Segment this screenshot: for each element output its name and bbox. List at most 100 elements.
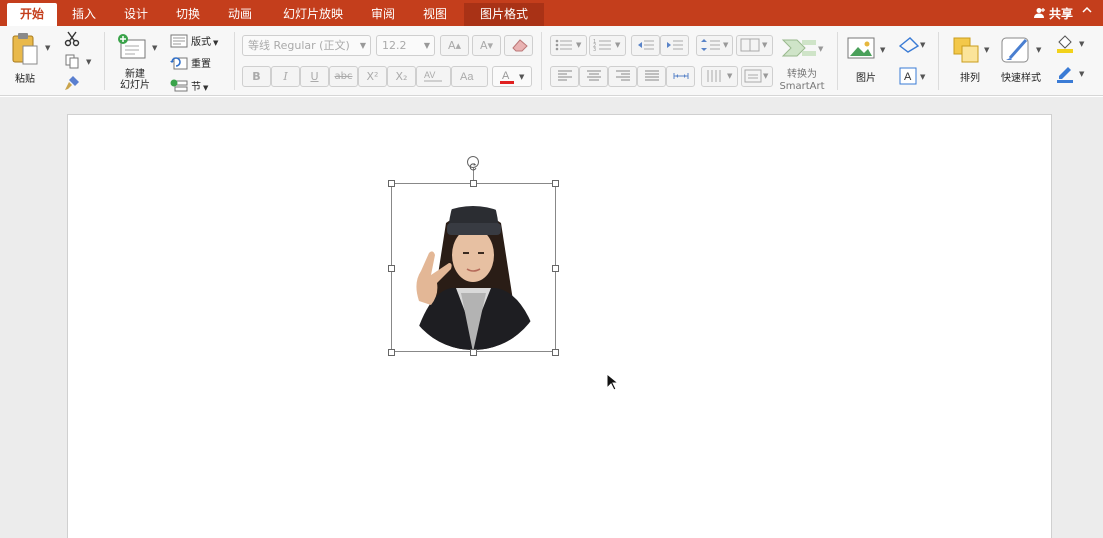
outdent-icon [637,40,654,50]
clear-formatting-button[interactable] [504,35,533,56]
align-text-button[interactable]: ▼ [741,66,773,87]
align-center-icon [586,70,601,81]
superscript-button[interactable]: X² [358,66,387,87]
shapes-button[interactable]: ▼ [898,36,928,58]
rotation-handle[interactable] [467,156,479,171]
bold-button[interactable]: B [242,66,271,87]
paintbrush-icon [65,76,79,90]
change-case-icon: Aa [460,71,474,83]
arrange-label: 排列 [960,73,980,84]
increase-indent-button[interactable] [660,35,689,56]
group-separator [234,32,235,90]
format-painter-button[interactable] [64,75,80,95]
bullets-button[interactable]: ▼ [550,35,587,56]
section-button[interactable]: 节 ▼ [170,75,208,93]
tab-design[interactable]: 设计 [115,3,157,26]
svg-text:3: 3 [593,47,596,52]
font-name-combo[interactable]: 等线 Regular (正文) ▼ [242,35,371,56]
align-left-button[interactable] [550,66,579,87]
resize-handle-top[interactable] [470,180,477,187]
italic-button[interactable]: I [271,66,300,87]
resize-handle-top-right[interactable] [552,180,559,187]
chevron-up-icon [1082,6,1092,13]
slide-canvas[interactable] [67,114,1052,538]
tab-view[interactable]: 视图 [414,3,456,26]
svg-text:▼: ▼ [576,41,582,49]
justify-button[interactable] [637,66,666,87]
new-slide-label-line1: 新建 [125,69,145,80]
new-slide-button[interactable] [117,32,147,64]
powerpoint-window: 开始 插入 设计 切换 动画 幻灯片放映 审阅 视图 图片格式 共享 ▼ 粘贴 … [0,0,1103,538]
convert-smartart-label-line1: 转换为 [787,69,817,80]
change-case-button[interactable]: Aa [451,66,488,87]
svg-text:A: A [904,71,912,83]
decrease-indent-button[interactable] [631,35,660,56]
tab-review[interactable]: 审阅 [362,3,404,26]
subscript-button[interactable]: X₂ [387,66,416,87]
paste-button[interactable] [10,32,40,66]
copy-icon [65,54,79,69]
picture-button[interactable] [846,36,876,66]
tab-home[interactable]: 开始 [7,3,57,26]
strikethrough-button[interactable]: abc [329,66,358,87]
copy-button[interactable] [64,53,80,73]
section-label: 节 [191,82,201,93]
text-direction-button[interactable]: ▼ [701,66,738,87]
ribbon-tab-bar: 开始 插入 设计 切换 动画 幻灯片放映 审阅 视图 图片格式 共享 [0,0,1103,26]
scissors-icon [64,31,80,47]
align-left-icon [557,70,572,81]
resize-handle-bottom-right[interactable] [552,349,559,356]
collapse-ribbon-button[interactable] [1081,4,1095,18]
section-icon [170,79,188,91]
line-spacing-button[interactable]: ▼ [696,35,733,56]
convert-smartart-button[interactable]: ▼ [780,36,824,66]
distributed-button[interactable] [666,66,695,87]
indent-icon [666,40,683,50]
resize-handle-left[interactable] [388,265,395,272]
align-right-button[interactable] [608,66,637,87]
columns-button[interactable]: ▼ [736,35,773,56]
resize-handle-top-left[interactable] [388,180,395,187]
svg-text:▼: ▼ [1036,46,1042,54]
clipboard-icon [12,33,38,65]
layout-dropdown-arrow: ▼ [213,39,219,47]
layout-icon [170,34,188,47]
shape-fill-button[interactable]: ▼ [1055,34,1089,58]
quick-styles-button[interactable]: ▼ [1000,36,1046,68]
share-button[interactable]: 共享 [1033,5,1073,22]
convert-smartart-label: 转换为 SmartArt [772,69,832,93]
smartart-icon: ▼ [781,39,824,57]
arrange-button[interactable]: ▼ [952,36,992,68]
picture-dropdown-arrow[interactable]: ▼ [880,46,885,54]
svg-text:▼: ▼ [818,45,824,53]
resize-handle-bottom[interactable] [470,349,477,356]
align-center-button[interactable] [579,66,608,87]
font-size-combo[interactable]: 12.2 ▼ [376,35,435,56]
tab-slideshow[interactable]: 幻灯片放映 [271,3,355,26]
font-color-button[interactable]: A ▼ [492,66,532,87]
arrange-icon: ▼ [953,37,990,63]
resize-handle-bottom-left[interactable] [388,349,395,356]
svg-text:▼: ▼ [727,72,733,80]
tab-insert[interactable]: 插入 [63,3,105,26]
paste-dropdown-arrow[interactable]: ▼ [45,44,50,52]
tab-picture-format[interactable]: 图片格式 [464,3,544,26]
tab-animations[interactable]: 动画 [219,3,261,26]
layout-button[interactable]: 版式 ▼ [170,30,219,48]
character-spacing-button[interactable]: AV [416,66,451,87]
svg-text:A: A [502,70,510,82]
tab-transitions[interactable]: 切换 [167,3,209,26]
underline-button[interactable]: U [300,66,329,87]
text-box-button[interactable]: A ▼ [898,66,928,90]
copy-dropdown-arrow[interactable]: ▼ [86,58,91,66]
numbering-button[interactable]: 1 2 3 ▼ [589,35,626,56]
reset-button[interactable]: 重置 [170,52,211,70]
resize-handle-right[interactable] [552,265,559,272]
new-slide-dropdown-arrow[interactable]: ▼ [152,44,157,52]
group-separator [541,32,542,90]
increase-font-size-button[interactable]: A▴ [440,35,469,56]
shape-outline-button[interactable]: ▼ [1055,64,1089,88]
decrease-font-size-button[interactable]: A▾ [472,35,501,56]
cut-button[interactable] [64,31,80,51]
new-slide-label: 新建 幻灯片 [112,69,158,91]
